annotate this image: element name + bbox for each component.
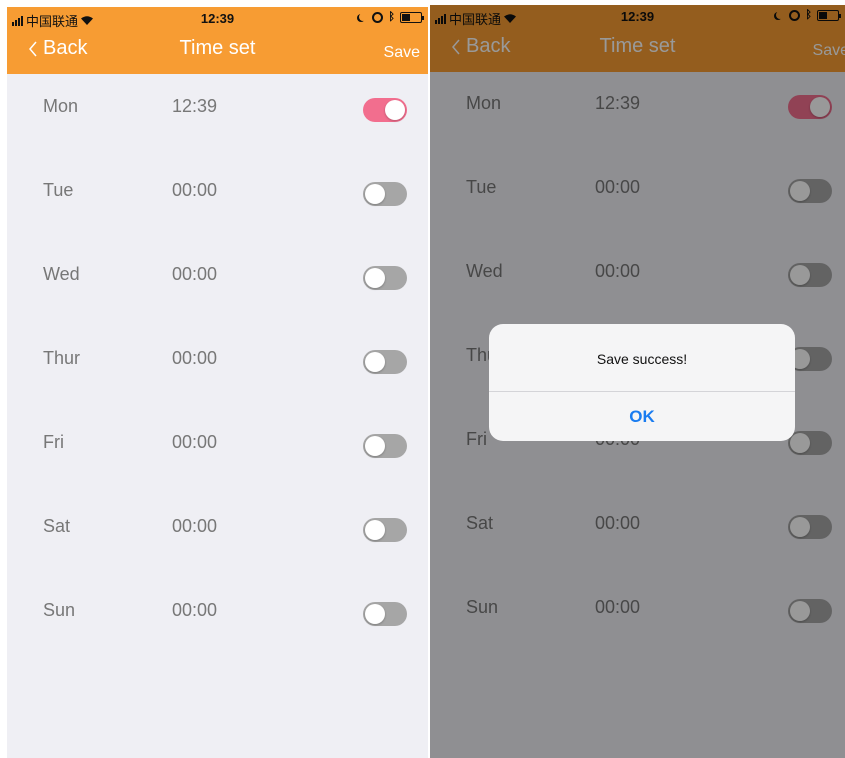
time-value[interactable]: 00:00 bbox=[172, 180, 217, 201]
schedule-row-sat: Sat 00:00 bbox=[7, 508, 428, 548]
toggle-knob bbox=[365, 268, 385, 288]
bluetooth-icon: ᛒ bbox=[388, 11, 395, 23]
day-toggle[interactable] bbox=[363, 98, 407, 122]
ok-button[interactable]: OK bbox=[489, 392, 795, 441]
navigation-bar: Back Time set Save bbox=[7, 29, 428, 74]
time-value[interactable]: 00:00 bbox=[172, 516, 217, 537]
day-toggle[interactable] bbox=[363, 602, 407, 626]
day-label: Fri bbox=[43, 432, 64, 452]
schedule-row-fri: Fri 00:00 bbox=[7, 424, 428, 464]
toggle-knob bbox=[365, 352, 385, 372]
schedule-row-thur: Thur 00:00 bbox=[7, 340, 428, 380]
time-value[interactable]: 00:00 bbox=[172, 348, 217, 369]
day-toggle[interactable] bbox=[363, 518, 407, 542]
time-set-screen-with-alert: 中国联通 12:39 ᛒ Back Time set Save Mon 12:3… bbox=[430, 5, 845, 758]
battery-icon bbox=[400, 11, 424, 23]
time-set-screen: 中国联通 12:39 ᛒ Back Time set Save Mon 12:3… bbox=[7, 7, 428, 758]
status-right: ᛒ bbox=[355, 11, 424, 23]
day-label: Thur bbox=[43, 348, 81, 368]
day-toggle[interactable] bbox=[363, 434, 407, 458]
day-toggle[interactable] bbox=[363, 266, 407, 290]
day-label: Tue bbox=[43, 180, 74, 200]
schedule-row-wed: Wed 00:00 bbox=[7, 256, 428, 296]
day-label: Mon bbox=[43, 96, 79, 116]
day-toggle[interactable] bbox=[363, 350, 407, 374]
status-bar: 中国联通 12:39 ᛒ bbox=[7, 7, 428, 29]
time-value[interactable]: 00:00 bbox=[172, 600, 217, 621]
day-toggle[interactable] bbox=[363, 182, 407, 206]
moon-icon bbox=[359, 13, 367, 21]
toggle-knob bbox=[365, 604, 385, 624]
alarm-icon bbox=[372, 11, 384, 23]
schedule-row-sun: Sun 00:00 bbox=[7, 592, 428, 632]
page-title: Time set bbox=[179, 37, 256, 59]
save-success-alert: Save success! OK bbox=[489, 324, 795, 441]
toggle-knob bbox=[365, 184, 385, 204]
time-value[interactable]: 00:00 bbox=[172, 264, 217, 285]
day-label: Wed bbox=[43, 264, 80, 284]
day-label: Sat bbox=[43, 516, 71, 536]
schedule-row-tue: Tue 00:00 bbox=[7, 172, 428, 212]
time-value[interactable]: 12:39 bbox=[172, 96, 217, 117]
schedule-row-mon: Mon 12:39 bbox=[7, 88, 428, 128]
toggle-knob bbox=[385, 100, 405, 120]
save-button[interactable]: Save bbox=[384, 44, 420, 62]
alert-message: Save success! bbox=[596, 351, 688, 367]
time-value[interactable]: 00:00 bbox=[172, 432, 217, 453]
toggle-knob bbox=[365, 520, 385, 540]
day-label: Sun bbox=[43, 600, 76, 620]
toggle-knob bbox=[365, 436, 385, 456]
